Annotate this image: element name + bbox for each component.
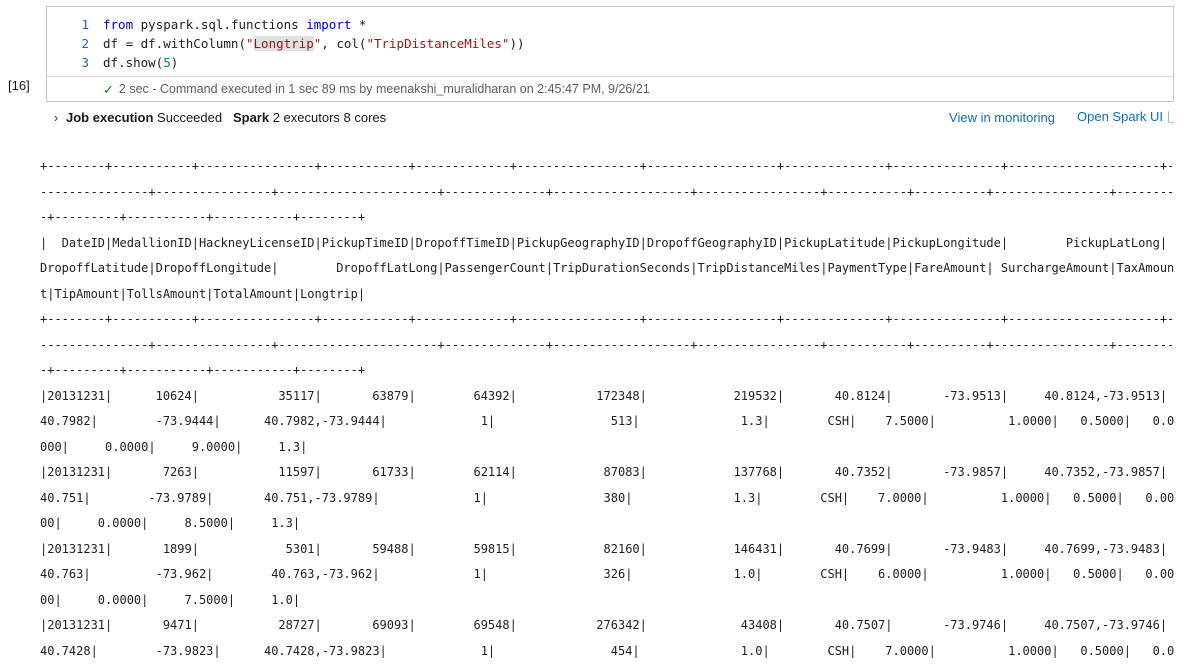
external-link-icon: ⎿: [1163, 112, 1174, 124]
job-execution-summary[interactable]: Job execution Succeeded Spark 2 executor…: [66, 110, 386, 125]
code-line: 1 from pyspark.sql.functions import *: [47, 15, 1173, 34]
cell-index-label: [16]: [8, 78, 30, 93]
open-spark-ui-label: Open Spark UI: [1077, 109, 1163, 124]
line-number: 3: [81, 55, 89, 70]
code-line-text: from pyspark.sql.functions import *: [103, 17, 367, 32]
execution-status-text: 2 sec - Command executed in 1 sec 89 ms …: [118, 82, 650, 96]
highlighted-token: Longtrip: [253, 36, 314, 51]
cell-container[interactable]: 1 from pyspark.sql.functions import * 2 …: [46, 6, 1174, 102]
spark-detail: 2 executors 8 cores: [272, 109, 387, 125]
job-execution-status: Succeeded: [157, 109, 223, 125]
line-number: 2: [81, 36, 89, 51]
notebook-cell-output-page: [16] 1 from pyspark.sql.functions import…: [0, 0, 1185, 665]
view-in-monitoring-link[interactable]: View in monitoring: [949, 110, 1055, 125]
code-editor[interactable]: 1 from pyspark.sql.functions import * 2 …: [47, 7, 1173, 76]
code-line: 2 df = df.withColumn("Longtrip", col("Tr…: [47, 34, 1173, 53]
cell-execution-status: ✓ 2 sec - Command executed in 1 sec 89 m…: [47, 76, 1173, 101]
code-line: 3 df.show(5): [47, 53, 1173, 72]
check-icon: ✓: [103, 81, 114, 97]
spark-dataframe-output: +--------+-----------+----------------+-…: [40, 159, 1175, 658]
code-line-text: df = df.withColumn("Longtrip", col("Trip…: [103, 36, 525, 51]
job-execution-bar: › Job execution Succeeded Spark 2 execut…: [46, 104, 1174, 130]
job-execution-label: Job execution: [66, 109, 154, 125]
notebook-cell: [16] 1 from pyspark.sql.functions import…: [0, 6, 1185, 102]
code-line-text: df.show(5): [103, 55, 179, 70]
chevron-right-icon[interactable]: ›: [46, 110, 66, 125]
spark-label: Spark: [232, 109, 270, 125]
line-number: 1: [81, 17, 89, 32]
open-spark-ui-link[interactable]: Open Spark UI⎿: [1077, 109, 1174, 125]
